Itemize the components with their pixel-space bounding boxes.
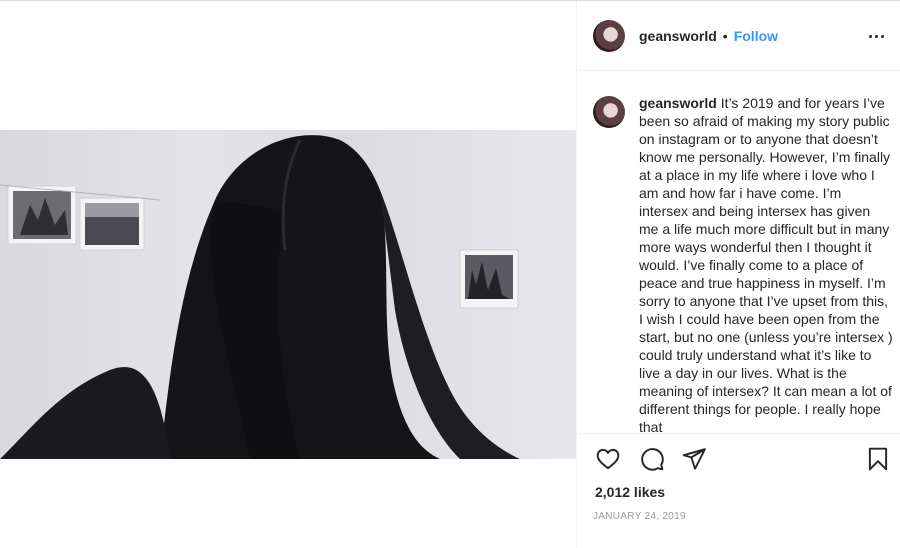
heart-icon[interactable] xyxy=(595,446,621,472)
post-date[interactable]: JANUARY 24, 2019 xyxy=(593,511,686,522)
post-header: geansworld • Follow xyxy=(577,1,900,71)
caption-username[interactable]: geansworld xyxy=(639,95,717,111)
follow-button[interactable]: Follow xyxy=(734,28,778,44)
post-photo-illustration xyxy=(0,135,520,459)
more-options-icon[interactable] xyxy=(866,26,886,46)
caption-body: It’s 2019 and for years I’ve been so afr… xyxy=(639,95,893,433)
caption-text: geansworld It’s 2019 and for years I’ve b… xyxy=(639,94,893,433)
bookmark-icon[interactable] xyxy=(865,446,891,472)
post-detail-panel: geansworld • Follow geansworld It’s 2019 … xyxy=(577,1,900,548)
action-bar xyxy=(593,446,893,476)
separator-dot: • xyxy=(722,27,728,44)
comment-icon[interactable] xyxy=(639,446,665,472)
avatar[interactable] xyxy=(593,19,625,52)
comments-area[interactable]: geansworld It’s 2019 and for years I’ve b… xyxy=(577,72,900,433)
caption-comment: geansworld It’s 2019 and for years I’ve b… xyxy=(593,94,893,433)
avatar[interactable] xyxy=(593,96,625,128)
media-column xyxy=(0,1,577,548)
post-photo[interactable] xyxy=(0,130,577,459)
header-username[interactable]: geansworld xyxy=(639,28,717,44)
share-icon[interactable] xyxy=(681,446,707,472)
actions-divider xyxy=(577,433,900,434)
likes-count[interactable]: 2,012 likes xyxy=(595,484,665,500)
